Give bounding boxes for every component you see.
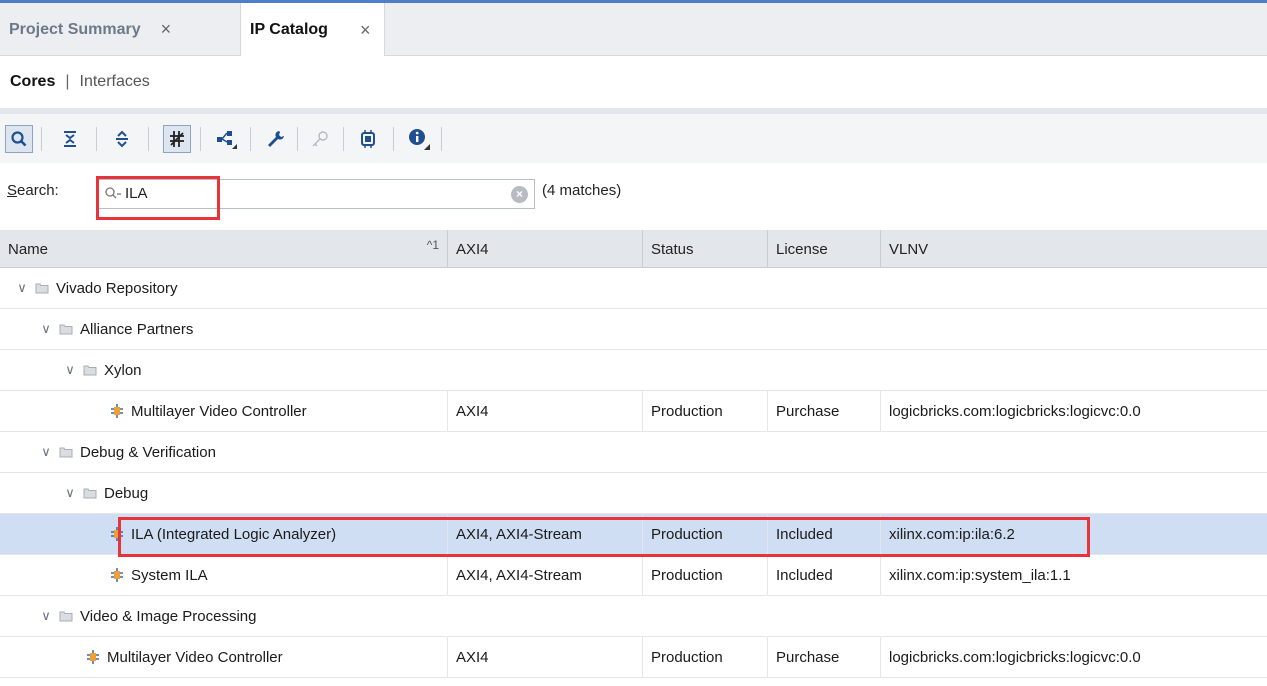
cell-status: Production <box>642 391 767 431</box>
chevron-down-icon[interactable]: ∨ <box>62 485 78 501</box>
customize-ip-icon[interactable] <box>261 125 289 153</box>
row-name-label: System ILA <box>131 566 208 584</box>
cell-name: ILA (Integrated Logic Analyzer) <box>0 514 447 554</box>
cell-license: Included <box>767 514 880 554</box>
search-input[interactable]: ILA × <box>97 179 535 209</box>
interfaces-view-link[interactable]: Interfaces <box>80 73 150 91</box>
cell-license: Included <box>767 555 880 595</box>
row-name-label: Debug & Verification <box>80 443 216 461</box>
chip-icon[interactable] <box>354 125 382 153</box>
table-row[interactable]: ∨ Xylon <box>0 350 1267 391</box>
chevron-down-icon[interactable]: ∨ <box>38 321 54 337</box>
cell-vlnv: xilinx.com:ip:ila:6.2 <box>880 514 1267 554</box>
search-value: ILA <box>125 185 148 202</box>
cell-name: System ILA <box>0 555 447 595</box>
ip-core-icon <box>111 404 123 418</box>
column-header-axi4[interactable]: AXI4 <box>447 230 642 268</box>
chevron-down-icon[interactable]: ∨ <box>38 608 54 624</box>
cores-view-link[interactable]: Cores <box>10 73 55 91</box>
row-name-label: Multilayer Video Controller <box>107 648 283 666</box>
table-row[interactable]: Multilayer Video Controller AXI4 Productio… <box>0 391 1267 432</box>
catalog-toolbar <box>0 114 1267 163</box>
folder-icon <box>35 283 49 294</box>
table-row[interactable]: ILA (Integrated Logic Analyzer) AXI4, AXI… <box>0 514 1267 555</box>
search-row: Search: ILA × (4 matches) <box>0 163 1267 218</box>
row-name-label: Vivado Repository <box>56 279 178 297</box>
cell-name: ∨ Alliance Partners <box>0 309 447 349</box>
cell-axi4: AXI4, AXI4-Stream <box>447 514 642 554</box>
row-name-label: Video & Image Processing <box>80 607 257 625</box>
search-field-icon <box>105 187 121 199</box>
folder-icon <box>59 324 73 335</box>
cell-name: ∨ Xylon <box>0 350 447 390</box>
hierarchy-icon[interactable] <box>212 125 240 153</box>
folder-icon <box>83 488 97 499</box>
cell-license: Purchase <box>767 391 880 431</box>
table-row[interactable]: ∨ Video & Image Processing <box>0 596 1267 637</box>
tab-label: Project Summary <box>9 20 141 38</box>
cell-name: ∨ Video & Image Processing <box>0 596 447 636</box>
cell-status: Production <box>642 555 767 595</box>
info-icon[interactable] <box>405 125 433 153</box>
cell-status: Production <box>642 514 767 554</box>
column-header-name[interactable]: Name ^1 <box>0 230 447 268</box>
view-switcher: Cores | Interfaces <box>0 56 1267 108</box>
row-name-label: Alliance Partners <box>80 320 194 338</box>
match-count: (4 matches) <box>542 182 622 199</box>
column-header-status[interactable]: Status <box>642 230 767 268</box>
table-header: Name ^1 AXI4 Status License VLNV <box>0 230 1267 268</box>
table-row[interactable]: ∨ Vivado Repository <box>0 268 1267 309</box>
chevron-down-icon[interactable]: ∨ <box>38 444 54 460</box>
table-row[interactable]: ∨ Alliance Partners <box>0 309 1267 350</box>
ip-core-icon <box>87 650 99 664</box>
cell-axi4: AXI4 <box>447 637 642 677</box>
chevron-down-icon[interactable]: ∨ <box>14 280 30 296</box>
table-row[interactable]: ∨ Debug <box>0 473 1267 514</box>
close-icon[interactable]: × <box>360 20 371 41</box>
row-name-label: Xylon <box>104 361 142 379</box>
chevron-down-icon[interactable]: ∨ <box>62 362 78 378</box>
cell-name: Multilayer Video Controller <box>0 391 447 431</box>
cell-name: ∨ Debug & Verification <box>0 432 447 472</box>
cell-vlnv: logicbricks.com:logicbricks:logicvc:0.0 <box>880 391 1267 431</box>
cell-status: Production <box>642 637 767 677</box>
clear-search-icon[interactable]: × <box>511 186 528 203</box>
cell-vlnv: logicbricks.com:logicbricks:logicvc:0.0 <box>880 637 1267 677</box>
filter-icon[interactable] <box>163 125 191 153</box>
cell-name: ∨ Debug <box>0 473 447 513</box>
cell-name: ∨ Vivado Repository <box>0 268 447 308</box>
table-row[interactable]: System ILA AXI4, AXI4-Stream Production Inc… <box>0 555 1267 596</box>
search-icon[interactable] <box>5 125 33 153</box>
tab-project-summary[interactable]: Project Summary × <box>0 3 171 56</box>
key-icon[interactable] <box>306 125 334 153</box>
collapse-all-icon[interactable] <box>56 125 84 153</box>
expand-all-icon[interactable] <box>108 125 136 153</box>
folder-icon <box>59 611 73 622</box>
cell-name: Multilayer Video Controller <box>0 637 447 677</box>
row-name-label: Multilayer Video Controller <box>131 402 307 420</box>
column-header-vlnv[interactable]: VLNV <box>880 230 1267 268</box>
search-label: Search: <box>7 182 59 199</box>
column-header-license[interactable]: License <box>767 230 880 268</box>
row-name-label: ILA (Integrated Logic Analyzer) <box>131 525 337 543</box>
cell-axi4: AXI4, AXI4-Stream <box>447 555 642 595</box>
folder-icon <box>59 447 73 458</box>
document-tab-bar: Project Summary × IP Catalog × <box>0 3 1267 57</box>
table-row[interactable]: ∨ Debug & Verification <box>0 432 1267 473</box>
folder-icon <box>83 365 97 376</box>
ip-core-icon <box>111 527 123 541</box>
sort-ascending-icon: ^1 <box>426 238 439 252</box>
ip-tree-table: ∨ Vivado Repository ∨ Alliance Partners ∨ Xyl… <box>0 268 1267 678</box>
tab-ip-catalog[interactable]: IP Catalog × <box>240 3 386 57</box>
row-name-label: Debug <box>104 484 149 502</box>
ip-core-icon <box>111 568 123 582</box>
close-icon[interactable]: × <box>161 19 172 40</box>
view-separator: | <box>65 73 70 90</box>
cell-axi4: AXI4 <box>447 391 642 431</box>
cell-license: Purchase <box>767 637 880 677</box>
table-row[interactable]: Multilayer Video Controller AXI4 Productio… <box>0 637 1267 678</box>
tab-label: IP Catalog <box>250 21 328 38</box>
cell-vlnv: xilinx.com:ip:system_ila:1.1 <box>880 555 1267 595</box>
